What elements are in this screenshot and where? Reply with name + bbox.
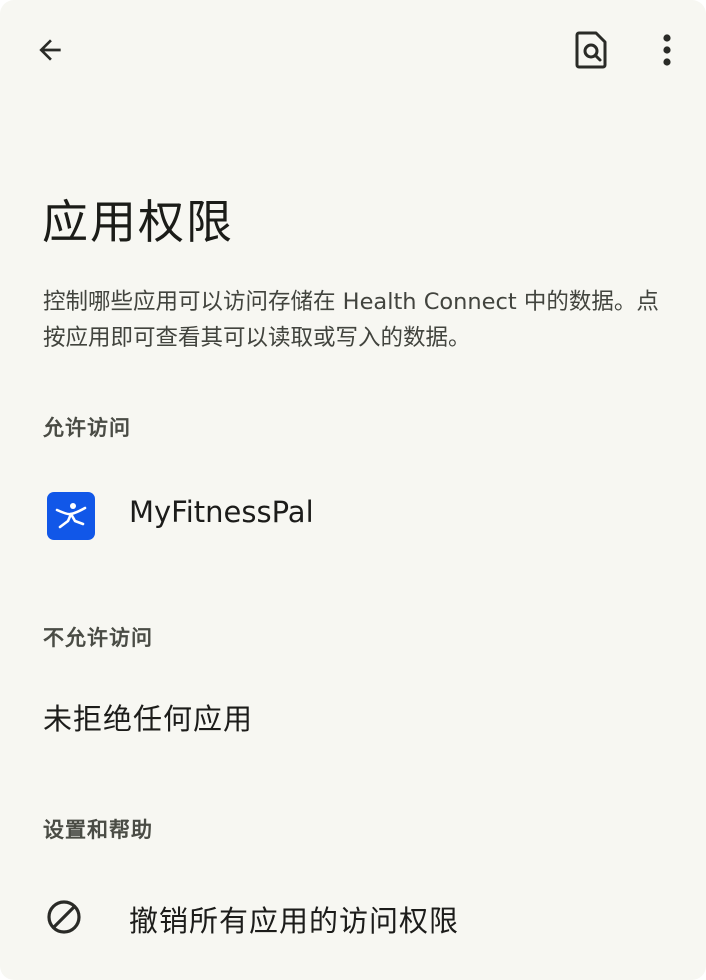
block-icon (47, 900, 81, 934)
arrow-back-icon (39, 39, 61, 61)
more-options-button[interactable] (650, 28, 684, 72)
page-title: 应用权限 (42, 195, 234, 249)
more-vert-icon (663, 34, 671, 66)
back-button[interactable] (28, 28, 72, 72)
app-name: MyFitnessPal (129, 495, 314, 529)
denied-section-header: 不允许访问 (43, 626, 153, 650)
myfitnesspal-app-icon (47, 492, 95, 540)
denied-empty-text: 未拒绝任何应用 (43, 702, 254, 736)
app-permissions-screen: 应用权限 控制哪些应用可以访问存储在 Health Connect 中的数据。点… (0, 0, 706, 980)
app-list-item-myfitnesspal[interactable]: MyFitnessPal (0, 480, 706, 556)
document-search-icon (575, 31, 607, 69)
page-description: 控制哪些应用可以访问存储在 Health Connect 中的数据。点按应用即可… (43, 289, 659, 351)
search-document-button[interactable] (570, 26, 614, 74)
settings-section-header: 设置和帮助 (43, 818, 153, 842)
top-app-bar (0, 0, 706, 100)
allowed-section-header: 允许访问 (43, 416, 131, 440)
revoke-all-button[interactable]: 撤销所有应用的访问权限 (0, 884, 706, 950)
revoke-all-label: 撤销所有应用的访问权限 (129, 904, 460, 938)
